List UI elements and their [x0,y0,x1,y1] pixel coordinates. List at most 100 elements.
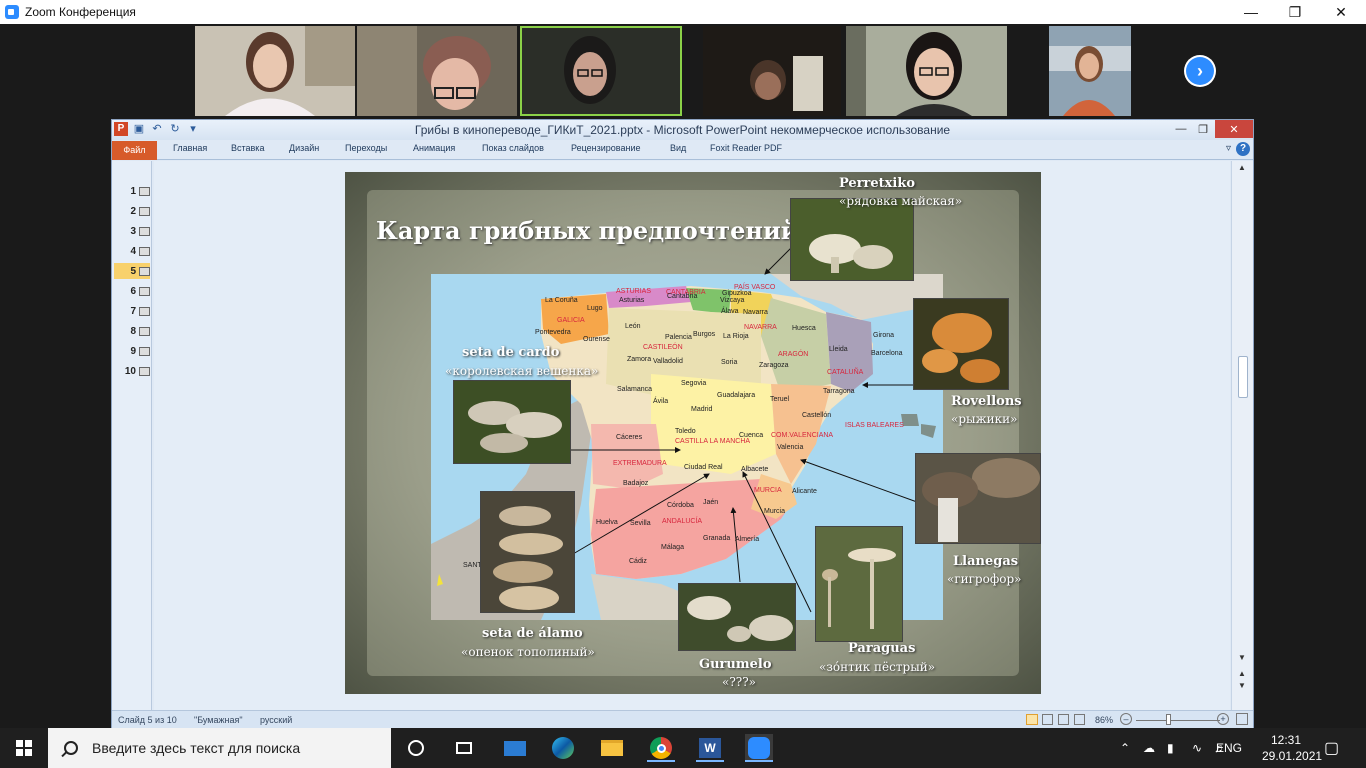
ppt-window-title: Грибы в кинопереводе_ГИКиТ_2021.pptx - M… [414,123,951,137]
cortana-icon[interactable] [402,734,430,762]
slide-sorter-icon[interactable] [1042,714,1053,725]
slide-thumb-8[interactable]: 8 [114,323,150,339]
ppt-close-icon[interactable]: ✕ [1215,120,1253,138]
fit-to-window-icon[interactable] [1236,713,1248,725]
tab-insert[interactable]: Вставка [231,143,264,153]
language-indicator[interactable]: русский [260,715,292,725]
word-icon[interactable]: W [696,734,724,762]
edge-icon[interactable] [549,734,577,762]
participant-video-1[interactable] [195,26,355,116]
chrome-icon[interactable] [647,734,675,762]
label-perretxiko: Perretxiko [839,176,916,191]
tab-slideshow[interactable]: Показ слайдов [482,143,544,153]
tab-transitions[interactable]: Переходы [345,143,387,153]
participant-1-image [195,26,355,116]
slide-thumb-icon [139,266,150,276]
participant-video-4[interactable] [703,26,841,116]
reading-view-icon[interactable] [1058,714,1069,725]
screen: Zoom Конференция — ❐ ✕ › P ▣ ↶ ↻ ▾ Грибы… [0,0,1366,768]
slideshow-view-icon[interactable] [1074,714,1085,725]
prev-slide-icon[interactable]: ▲ [1238,669,1246,678]
slide-5[interactable]: Карта грибных предпочтений ASTURIAS Astu… [345,172,1041,694]
participant-video-3[interactable] [520,26,682,116]
help-icon[interactable]: ? [1236,142,1250,156]
slide-thumb-1[interactable]: 1 [114,183,150,199]
slide-thumb-3[interactable]: 3 [114,223,150,239]
next-participants-button[interactable]: › [1184,55,1216,87]
mushroom-photo-perretxiko [791,199,913,280]
slide-thumb-10[interactable]: 10 [114,363,150,379]
start-button[interactable] [0,728,48,768]
slide-thumb-icon [139,206,150,216]
clock-time: 12:31 [1270,733,1302,747]
label-cardo: seta de cardo [462,345,560,360]
minimize-ribbon-icon[interactable]: ▿ [1226,143,1231,154]
scroll-up-icon[interactable]: ▲ [1238,163,1246,172]
notifications-icon[interactable]: ▢ [1324,728,1339,768]
ppt-titlebar: P ▣ ↶ ↻ ▾ Грибы в кинопереводе_ГИКиТ_202… [112,120,1253,140]
slide-thumb-icon [139,346,150,356]
task-view-icon[interactable] [450,734,478,762]
tab-foxit[interactable]: Foxit Reader PDF [710,143,782,153]
label-rovellons: Rovellons [951,394,1022,409]
zoom-titlebar: Zoom Конференция — ❐ ✕ [0,0,1366,24]
slide-counter: Слайд 5 из 10 [118,715,177,725]
tab-animation[interactable]: Анимация [413,143,455,153]
mail-icon[interactable] [501,734,529,762]
photo-rovellons [913,298,1009,390]
zoom-window-title: Zoom Конференция [25,5,136,19]
slide-thumb-4[interactable]: 4 [114,243,150,259]
slide-thumb-icon [139,186,150,196]
zoom-slider-thumb[interactable] [1166,714,1171,725]
system-clock[interactable]: 12:31 29.01.2021 [1262,732,1323,764]
slide-thumb-9[interactable]: 9 [114,343,150,359]
tab-view[interactable]: Вид [670,143,686,153]
participant-video-5[interactable] [846,26,1007,116]
ppt-restore-icon[interactable]: ❐ [1192,120,1214,138]
wifi-icon[interactable]: ∿ [1192,728,1202,768]
slide-thumb-2[interactable]: 2 [114,203,150,219]
slide-thumb-7[interactable]: 7 [114,303,150,319]
tab-home[interactable]: Главная [173,143,207,153]
scroll-down-icon[interactable]: ▼ [1238,653,1246,662]
next-slide-icon[interactable]: ▼ [1238,681,1246,690]
label-alamo-ru: «опенок тополиный» [461,645,595,659]
slide-thumb-5[interactable]: 5 [114,263,150,279]
scroll-thumb[interactable] [1238,356,1248,398]
participant-6-image [1049,26,1131,116]
zoom-out-icon[interactable]: – [1120,713,1132,725]
onedrive-icon[interactable]: ☁ [1143,728,1155,768]
ppt-minimize-icon[interactable]: — [1170,120,1192,138]
participant-5-image [846,26,1007,116]
taskbar-search[interactable]: Введите здесь текст для поиска [48,728,391,768]
participant-3-image [520,26,682,116]
restore-icon[interactable]: ❐ [1272,0,1318,24]
slide-thumb-icon [139,366,150,376]
tab-review[interactable]: Рецензирование [571,143,641,153]
language-indicator[interactable]: ENG [1216,728,1242,768]
participant-2-image [357,26,517,116]
normal-view-icon[interactable] [1026,714,1038,725]
participant-video-2[interactable] [357,26,517,116]
photo-seta-cardo [453,380,571,464]
vertical-scrollbar[interactable]: ▲ ▼ ▲ ▼ [1231,161,1253,710]
close-icon[interactable]: ✕ [1318,0,1364,24]
ribbon-tabs: Файл Главная Вставка Дизайн Переходы Ани… [112,140,1253,160]
clock-date: 29.01.2021 [1262,749,1323,763]
show-hidden-icons[interactable]: ⌃ [1120,728,1130,768]
windows-logo-icon [16,740,32,756]
file-explorer-icon[interactable] [598,734,626,762]
mushroom-photo-cardo [454,381,570,463]
participant-video-6[interactable] [1049,26,1131,116]
minimize-icon[interactable]: — [1228,0,1274,24]
tab-design[interactable]: Дизайн [289,143,319,153]
zoom-slider[interactable] [1136,720,1220,721]
chrome-active-indicator [647,760,675,762]
slide-thumb-6[interactable]: 6 [114,283,150,299]
zoom-taskbar-icon[interactable] [745,734,773,762]
zoom-level[interactable]: 86% [1095,715,1113,725]
zoom-in-icon[interactable]: + [1217,713,1229,725]
tab-file[interactable]: Файл [112,141,157,160]
mushroom-photo-paraguas [816,527,902,641]
battery-icon[interactable]: ▮ [1167,728,1174,768]
